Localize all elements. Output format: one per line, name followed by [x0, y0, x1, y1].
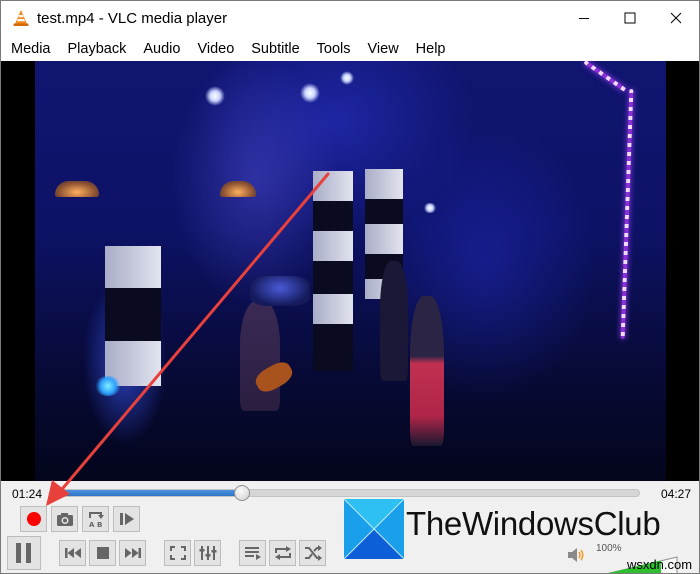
speaker-icon[interactable] — [567, 547, 585, 563]
record-icon — [26, 512, 41, 526]
close-button[interactable] — [653, 1, 699, 35]
loop-ab-button[interactable]: AB — [82, 506, 109, 532]
led-strip — [583, 61, 627, 92]
close-icon — [670, 12, 682, 24]
stage-light — [300, 83, 320, 103]
frame-step-icon — [119, 513, 134, 525]
performer-drummer — [380, 261, 408, 381]
menu-video[interactable]: Video — [190, 37, 241, 61]
svg-text:B: B — [97, 521, 102, 528]
performer-guitarist — [240, 301, 280, 411]
snapshot-button[interactable] — [51, 506, 78, 532]
equalizer-icon — [199, 546, 216, 560]
menu-media[interactable]: Media — [4, 37, 58, 61]
stage-light — [423, 203, 437, 213]
pause-button[interactable] — [7, 536, 41, 570]
stage-pillar — [105, 246, 161, 386]
previous-icon — [64, 548, 81, 558]
logo-text: TheWindowsClub — [406, 505, 661, 542]
seek-bar-progress — [60, 490, 243, 496]
stage-lamp — [55, 181, 99, 197]
playlist-icon — [244, 547, 261, 560]
camera-icon — [56, 512, 73, 526]
stage-pillar — [313, 171, 353, 371]
seek-handle[interactable] — [234, 485, 251, 501]
loop-button[interactable] — [269, 540, 296, 566]
previous-button[interactable] — [59, 540, 86, 566]
controls-panel: 01:24 04:27 AB TheWindowsClub 100% wsxdn… — [1, 481, 699, 573]
loop-icon — [274, 546, 291, 560]
thewindowsclub-logo-icon — [344, 499, 404, 559]
stop-button[interactable] — [89, 540, 116, 566]
shuffle-icon — [304, 545, 322, 561]
random-button[interactable] — [299, 540, 326, 566]
loop-ab-icon: AB — [88, 512, 104, 528]
total-time: 04:27 — [660, 487, 691, 501]
svg-text:A: A — [89, 521, 95, 528]
menu-playback[interactable]: Playback — [61, 37, 134, 61]
video-area[interactable]: 01:22 — [1, 61, 699, 481]
vlc-window: test.mp4 - VLC media player Media Playba… — [0, 0, 700, 574]
maximize-icon — [624, 12, 636, 24]
stage-light — [95, 376, 121, 396]
vlc-cone-icon — [13, 10, 29, 26]
stop-icon — [96, 547, 109, 559]
performer-singer — [410, 296, 444, 446]
drum-kit — [250, 276, 310, 306]
next-icon — [124, 548, 141, 558]
playlist-button[interactable] — [239, 540, 266, 566]
record-button[interactable] — [20, 506, 47, 532]
stage-light — [340, 71, 354, 85]
menu-help[interactable]: Help — [409, 37, 453, 61]
menu-subtitle[interactable]: Subtitle — [244, 37, 306, 61]
maximize-button[interactable] — [607, 1, 653, 35]
frame-step-button[interactable] — [113, 506, 140, 532]
led-strip — [620, 89, 634, 339]
next-button[interactable] — [119, 540, 146, 566]
title-bar[interactable]: test.mp4 - VLC media player — [1, 1, 699, 37]
seek-bar[interactable] — [59, 485, 640, 501]
stage-light — [205, 86, 225, 106]
stage-lamp — [220, 181, 256, 197]
window-title: test.mp4 - VLC media player — [37, 10, 228, 27]
pause-icon — [16, 543, 31, 563]
menu-bar: Media Playback Audio Video Subtitle Tool… — [1, 37, 699, 61]
menu-tools[interactable]: Tools — [310, 37, 358, 61]
watermark: wsxdn.com — [627, 557, 693, 572]
menu-audio[interactable]: Audio — [136, 37, 187, 61]
fullscreen-icon — [169, 546, 186, 560]
video-frame — [35, 61, 666, 481]
volume-percent: 100% — [596, 543, 622, 554]
current-time: 01:24 — [12, 487, 43, 501]
menu-view[interactable]: View — [361, 37, 406, 61]
fullscreen-button[interactable] — [164, 540, 191, 566]
minimize-button[interactable] — [561, 1, 607, 35]
minimize-icon — [579, 18, 589, 19]
extended-settings-button[interactable] — [194, 540, 221, 566]
